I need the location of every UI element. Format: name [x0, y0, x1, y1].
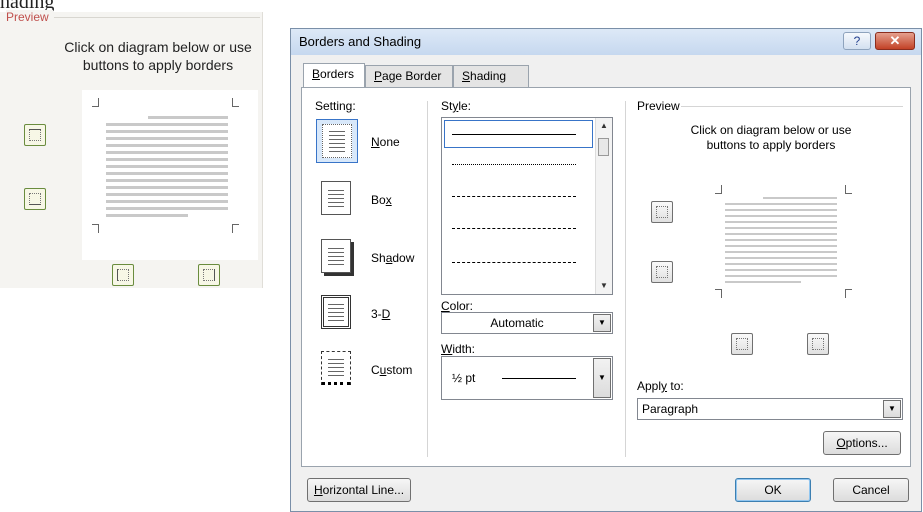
apply-to-value: Paragraph — [642, 402, 699, 416]
setting-box-icon — [321, 181, 351, 215]
style-dash-line[interactable] — [452, 228, 576, 229]
setting-none-option[interactable] — [316, 119, 358, 163]
top-border-icon — [656, 206, 668, 218]
tab-page-border[interactable]: Page Border — [365, 65, 453, 87]
apply-to-dropdown[interactable]: Paragraph ▼ — [637, 398, 903, 420]
help-button[interactable]: ? — [843, 32, 871, 50]
color-value: Automatic — [490, 316, 544, 330]
setting-3d-option[interactable] — [316, 291, 358, 335]
setting-box-option[interactable] — [316, 177, 358, 221]
close-button[interactable]: ✕ — [875, 32, 915, 50]
setting-none-label[interactable]: None — [371, 135, 400, 149]
width-dropdown[interactable]: ½ pt ▼ — [441, 356, 613, 400]
preview-title: Preview — [637, 99, 680, 113]
zoomed-instructions-line1: Click on diagram below or use — [64, 39, 252, 55]
zoomed-top-border-button[interactable] — [24, 124, 46, 146]
preview-instructions-line2: buttons to apply borders — [706, 138, 836, 152]
scroll-thumb[interactable] — [598, 138, 609, 156]
preview-instructions-line1: Click on diagram below or use — [690, 123, 852, 137]
style-dotted-line[interactable] — [452, 164, 576, 165]
setting-custom-option[interactable] — [316, 347, 358, 391]
style-small-dash-line[interactable] — [452, 196, 576, 197]
dialog-title-bar: Borders and Shading ? ✕ — [291, 29, 921, 55]
zoomed-preview-instructions: Click on diagram below or use buttons to… — [58, 38, 258, 74]
left-border-button[interactable] — [731, 333, 753, 355]
setting-none-icon — [322, 124, 352, 158]
bottom-border-button[interactable] — [651, 261, 673, 283]
column-divider-2 — [625, 101, 626, 457]
width-value: ½ pt — [452, 371, 476, 385]
scroll-down-arrow-icon[interactable]: ▼ — [596, 278, 612, 294]
chevron-down-icon[interactable]: ▼ — [593, 314, 611, 332]
chevron-down-icon[interactable]: ▼ — [593, 358, 611, 398]
right-border-button[interactable] — [807, 333, 829, 355]
setting-label: Setting: — [315, 99, 356, 113]
chevron-down-icon[interactable]: ▼ — [883, 400, 901, 418]
bottom-border-icon — [656, 266, 668, 278]
setting-shadow-label[interactable]: Shadow — [371, 251, 414, 265]
zoomed-preview-diagram[interactable] — [82, 90, 258, 260]
setting-shadow-icon — [321, 239, 351, 273]
setting-box-label[interactable]: Box — [371, 193, 392, 207]
setting-custom-label[interactable]: Custom — [371, 363, 412, 377]
column-divider-1 — [427, 101, 428, 457]
apply-to-label: Apply to: — [637, 379, 684, 393]
preview-group-line — [681, 106, 903, 107]
preview-group-line — [54, 17, 260, 18]
zoomed-bottom-border-button[interactable] — [24, 188, 46, 210]
color-label: Color: — [441, 299, 474, 313]
horizontal-line-button[interactable]: Horizontal Line... — [307, 478, 411, 502]
zoomed-left-border-button[interactable] — [112, 264, 134, 286]
setting-shadow-option[interactable] — [316, 235, 358, 279]
right-border-icon — [812, 338, 824, 350]
dialog-title: Borders and Shading — [299, 34, 422, 49]
setting-custom-icon — [321, 351, 351, 385]
left-border-icon — [736, 338, 748, 350]
zoomed-preview-panel: Preview Click on diagram below or use bu… — [0, 10, 263, 288]
setting-3d-icon — [321, 295, 351, 329]
options-button[interactable]: Options... — [823, 431, 901, 455]
top-border-button[interactable] — [651, 201, 673, 223]
style-dash-dot-line[interactable] — [452, 262, 576, 263]
tab-borders[interactable]: Borders — [303, 63, 365, 88]
style-solid-line[interactable] — [452, 134, 576, 135]
left-border-icon — [117, 269, 129, 281]
scroll-up-arrow-icon[interactable]: ▲ — [596, 118, 612, 134]
width-sample-line — [502, 378, 576, 379]
color-dropdown[interactable]: Automatic ▼ — [441, 312, 613, 334]
cancel-button[interactable]: Cancel — [833, 478, 909, 502]
style-listbox[interactable]: ▲ ▼ — [441, 117, 613, 295]
preview-instructions: Click on diagram below or use buttons to… — [671, 123, 871, 153]
style-scrollbar[interactable]: ▲ ▼ — [595, 118, 612, 294]
preview-diagram[interactable] — [709, 181, 857, 305]
tab-shading[interactable]: Shading — [453, 65, 529, 87]
style-label: Style: — [441, 99, 472, 113]
zoomed-instructions-line2: buttons to apply borders — [82, 57, 234, 73]
width-label: Width: — [441, 342, 476, 356]
top-border-icon — [29, 129, 41, 141]
borders-and-shading-dialog: Borders and Shading ? ✕ Borders Page Bor… — [290, 28, 922, 512]
zoomed-right-border-button[interactable] — [198, 264, 220, 286]
setting-3d-label[interactable]: 3-D — [371, 307, 390, 321]
ok-button[interactable]: OK — [735, 478, 811, 502]
zoomed-preview-title: Preview — [6, 10, 53, 24]
